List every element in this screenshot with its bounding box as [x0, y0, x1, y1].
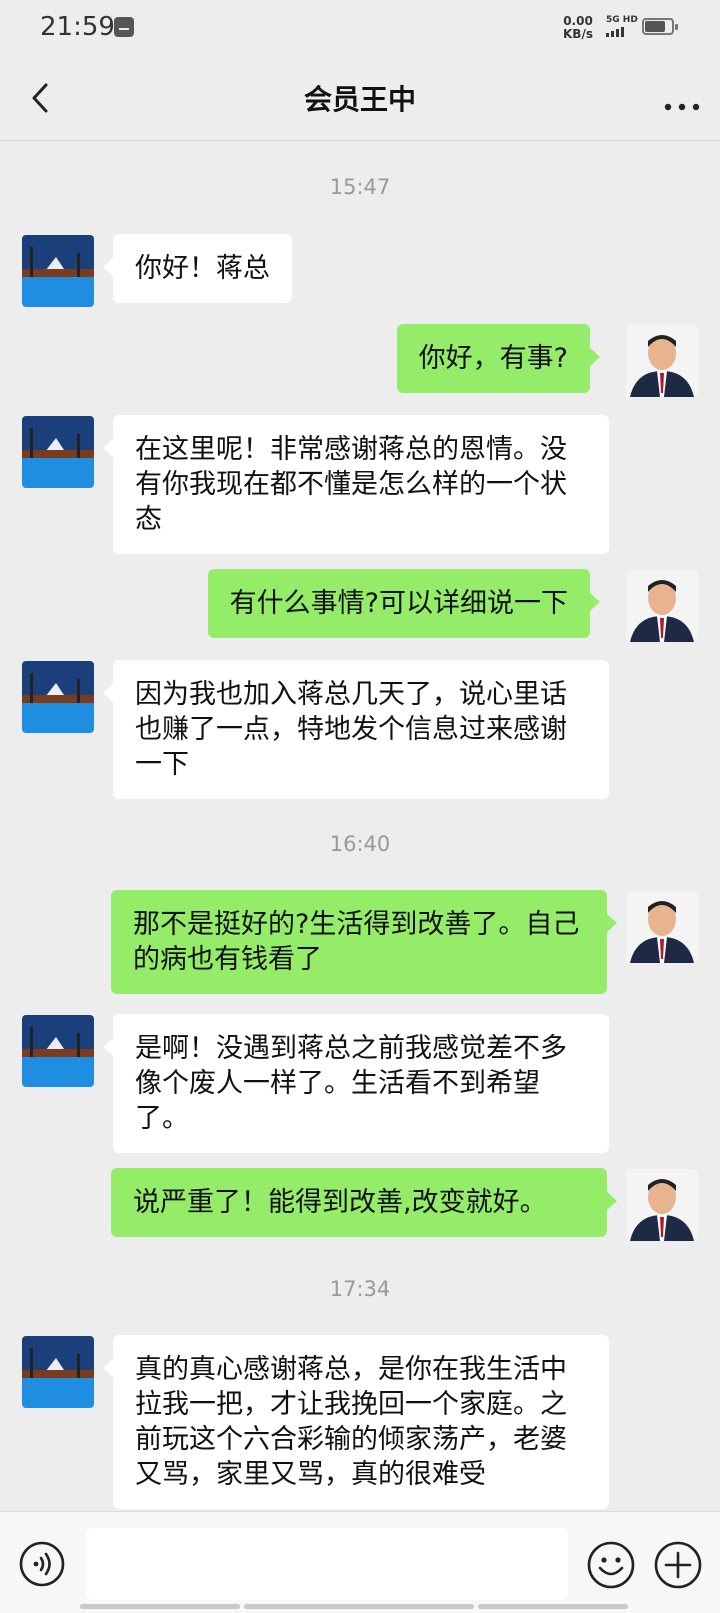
- voice-button[interactable]: [18, 1540, 66, 1588]
- status-bar: 21:59 0.00 KB/s 5G HD: [0, 0, 720, 56]
- timestamp: 15:47: [329, 175, 391, 199]
- voice-icon: [19, 1541, 65, 1587]
- self-avatar[interactable]: [626, 1169, 698, 1241]
- message-bubble-outgoing[interactable]: 说严重了！能得到改善,改变就好。: [111, 1168, 617, 1237]
- notification-message-icon: [114, 17, 134, 37]
- message-bubble-outgoing[interactable]: 你好，有事?: [396, 324, 601, 393]
- network-label: 5G HD: [606, 15, 638, 25]
- more-functions-button[interactable]: [653, 1540, 703, 1590]
- self-avatar[interactable]: [626, 325, 698, 397]
- contact-avatar[interactable]: [22, 235, 94, 307]
- message-bubble-outgoing[interactable]: 那不是挺好的?生活得到改善了。自己的病也有钱看了: [111, 890, 617, 994]
- chat-title: 会员王中: [303, 83, 416, 116]
- network-speed-unit: KB/s: [563, 27, 593, 41]
- contact-avatar[interactable]: [22, 416, 94, 488]
- more-button[interactable]: [664, 96, 700, 111]
- contact-avatar[interactable]: [22, 1336, 94, 1408]
- self-avatar[interactable]: [626, 570, 698, 642]
- message-bubble-incoming[interactable]: 真的真心感谢蒋总，是你在我生活中拉我一把，才让我挽回一个家庭。之前玩这个六合彩输…: [103, 1335, 609, 1509]
- message-bubble-incoming[interactable]: 因为我也加入蒋总几天了，说心里话也赚了一点，特地发个信息过来感谢一下: [103, 660, 609, 799]
- message-bubble-incoming[interactable]: 是啊！没遇到蒋总之前我感觉差不多像个废人一样了。生活看不到希望了。: [103, 1014, 609, 1153]
- contact-avatar[interactable]: [22, 661, 94, 733]
- signal-icon: 5G HD: [606, 15, 638, 37]
- more-dots-icon: [664, 103, 700, 111]
- chat-header: 会员王中: [0, 56, 720, 141]
- input-bar: [0, 1511, 720, 1613]
- battery-icon: [642, 18, 678, 35]
- chat-message-list[interactable]: 15:47 你好！蒋总 你好，有事? 在这里呢！非常感谢蒋总的恩情。没有你我现在…: [0, 141, 720, 1511]
- message-bubble-incoming[interactable]: 你好！蒋总: [103, 234, 292, 303]
- timestamp: 16:40: [329, 832, 391, 856]
- message-input[interactable]: [86, 1528, 568, 1600]
- gesture-bar: [478, 1604, 628, 1609]
- timestamp: 17:34: [329, 1277, 391, 1301]
- gesture-bar: [244, 1604, 474, 1609]
- self-avatar[interactable]: [626, 891, 698, 963]
- gesture-bar: [80, 1604, 240, 1609]
- emoji-button[interactable]: [586, 1540, 636, 1590]
- plus-icon: [654, 1541, 702, 1589]
- message-bubble-outgoing[interactable]: 有什么事情?可以详细说一下: [207, 569, 601, 638]
- status-time: 21:59: [40, 12, 115, 42]
- contact-avatar[interactable]: [22, 1015, 94, 1087]
- emoji-icon: [587, 1541, 635, 1589]
- message-bubble-incoming[interactable]: 在这里呢！非常感谢蒋总的恩情。没有你我现在都不懂是怎么样的一个状态: [103, 415, 609, 554]
- network-speed: 0.00 KB/s: [563, 15, 593, 41]
